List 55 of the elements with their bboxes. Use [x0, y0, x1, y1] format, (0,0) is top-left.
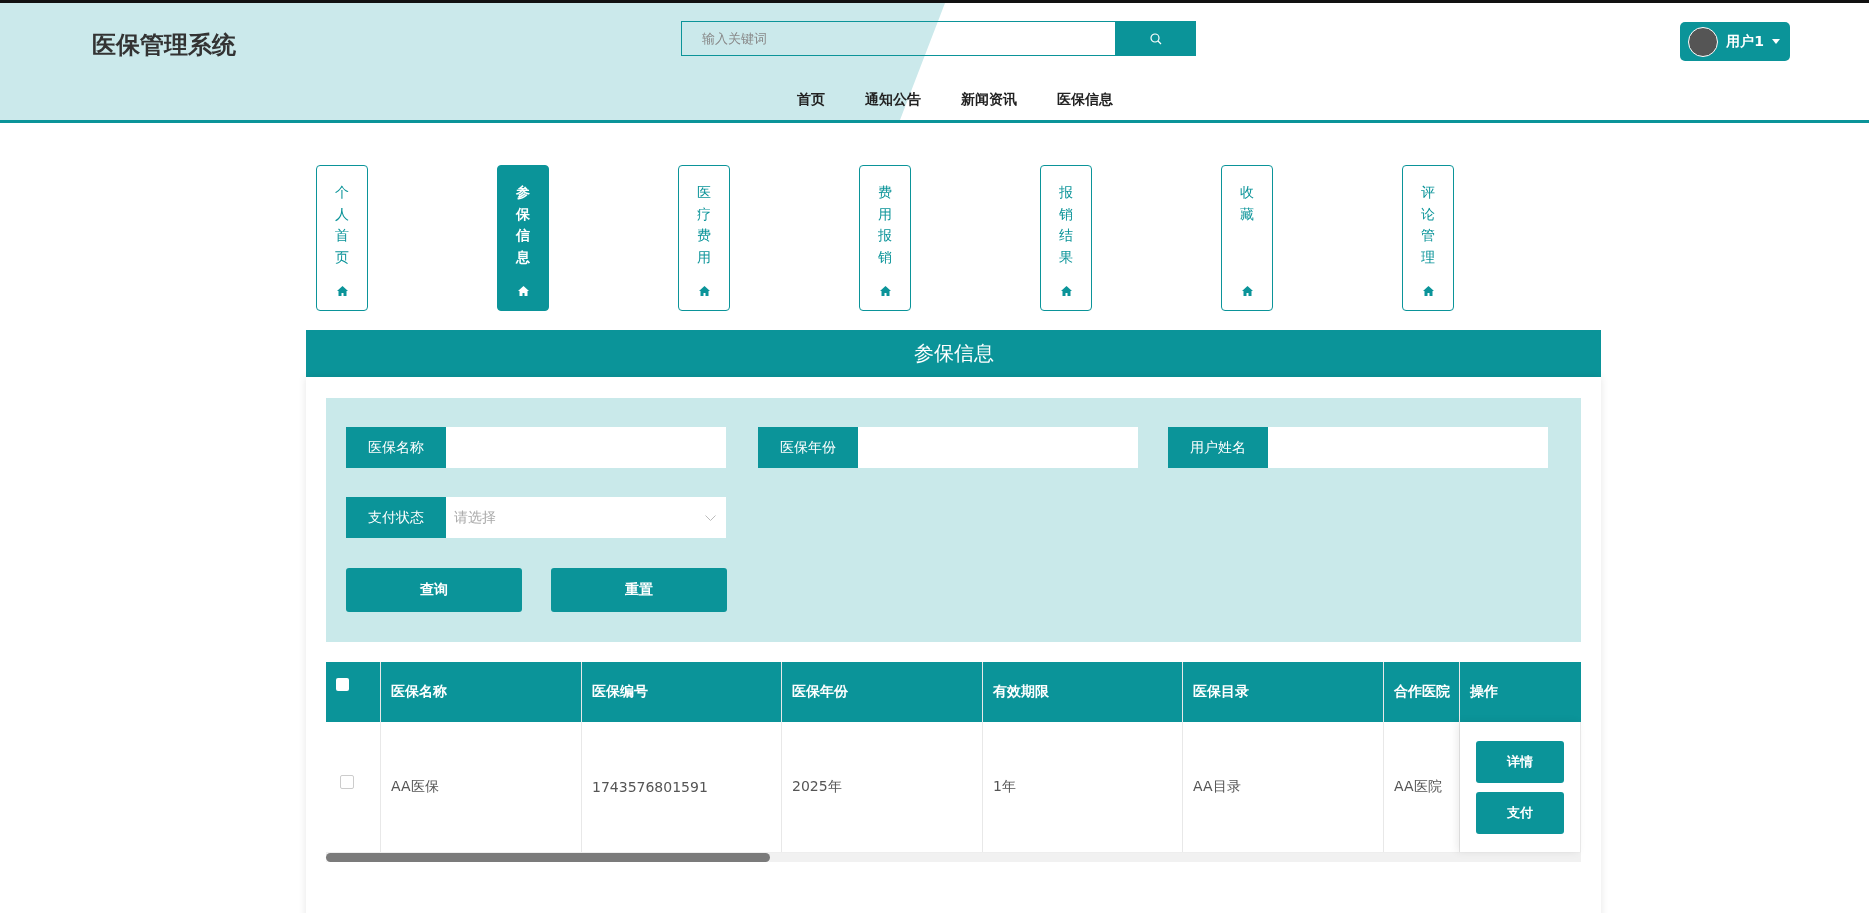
side-tab[interactable]: 个人首页 — [316, 165, 368, 311]
table-cell: 2025年 — [792, 778, 842, 796]
section-title-bar: 参保信息 — [306, 330, 1601, 377]
column-header: 医保年份 — [792, 683, 848, 701]
user-menu-button[interactable]: 用户1 — [1680, 22, 1790, 61]
caret-icon — [1772, 39, 1780, 44]
home-icon — [1422, 286, 1434, 296]
nav-link[interactable]: 医保信息 — [1056, 91, 1113, 109]
action-button[interactable]: 支付 — [1476, 791, 1564, 834]
column-header: 医保名称 — [391, 683, 447, 701]
search-icon — [1150, 32, 1162, 45]
column-header: 有效期限 — [993, 683, 1049, 701]
field-label: 支付状态 — [346, 497, 446, 538]
avatar-icon — [1688, 26, 1719, 57]
column-header: 医保目录 — [1193, 683, 1249, 701]
filter-button[interactable]: 重置 — [551, 568, 727, 612]
home-icon — [1241, 286, 1253, 296]
field-label: 医保年份 — [758, 427, 858, 468]
search-button[interactable] — [1116, 21, 1196, 56]
nav-link[interactable]: 首页 — [796, 91, 825, 109]
table-cell: 1743576801591 — [592, 779, 708, 795]
side-tab[interactable]: 收藏 — [1221, 165, 1273, 311]
action-button[interactable]: 详情 — [1476, 740, 1564, 783]
row-checkbox[interactable] — [340, 775, 354, 789]
column-header: 医保编号 — [592, 683, 648, 701]
side-tab[interactable]: 医疗费用 — [678, 165, 730, 311]
filter-button[interactable]: 查询 — [346, 568, 522, 612]
side-tab[interactable]: 报销结果 — [1040, 165, 1092, 311]
field-label: 用户姓名 — [1168, 427, 1268, 468]
input-field[interactable] — [858, 427, 1138, 468]
nav-link[interactable]: 新闻资讯 — [960, 91, 1017, 109]
side-tab[interactable]: 评论管理 — [1402, 165, 1454, 311]
home-icon — [698, 286, 710, 296]
select-field[interactable]: 请选择 — [446, 497, 726, 538]
input-field[interactable] — [446, 427, 726, 468]
home-icon — [517, 286, 529, 296]
search-field[interactable]: 输入关键词 — [681, 21, 1116, 56]
site-title: 医保管理系统 — [92, 31, 236, 59]
home-icon — [879, 286, 891, 296]
side-tab[interactable]: 费用报销 — [859, 165, 911, 311]
home-icon — [336, 286, 348, 296]
nav-link[interactable]: 通知公告 — [864, 91, 921, 109]
chevron-down-icon — [705, 514, 716, 521]
side-tab[interactable]: 参保信息 — [497, 165, 549, 311]
field-label: 医保名称 — [346, 427, 446, 468]
table-cell: AA医院 — [1394, 778, 1442, 796]
input-field[interactable] — [1268, 427, 1548, 468]
table-cell: 1年 — [993, 778, 1016, 796]
table-cell: AA医保 — [391, 778, 439, 796]
select-all-checkbox[interactable] — [336, 677, 349, 691]
table-cell: AA目录 — [1193, 778, 1241, 796]
column-header: 操作 — [1470, 683, 1498, 701]
home-icon — [1060, 286, 1072, 296]
scrollbar-thumb[interactable] — [326, 853, 770, 862]
column-header: 合作医院 — [1394, 683, 1450, 701]
